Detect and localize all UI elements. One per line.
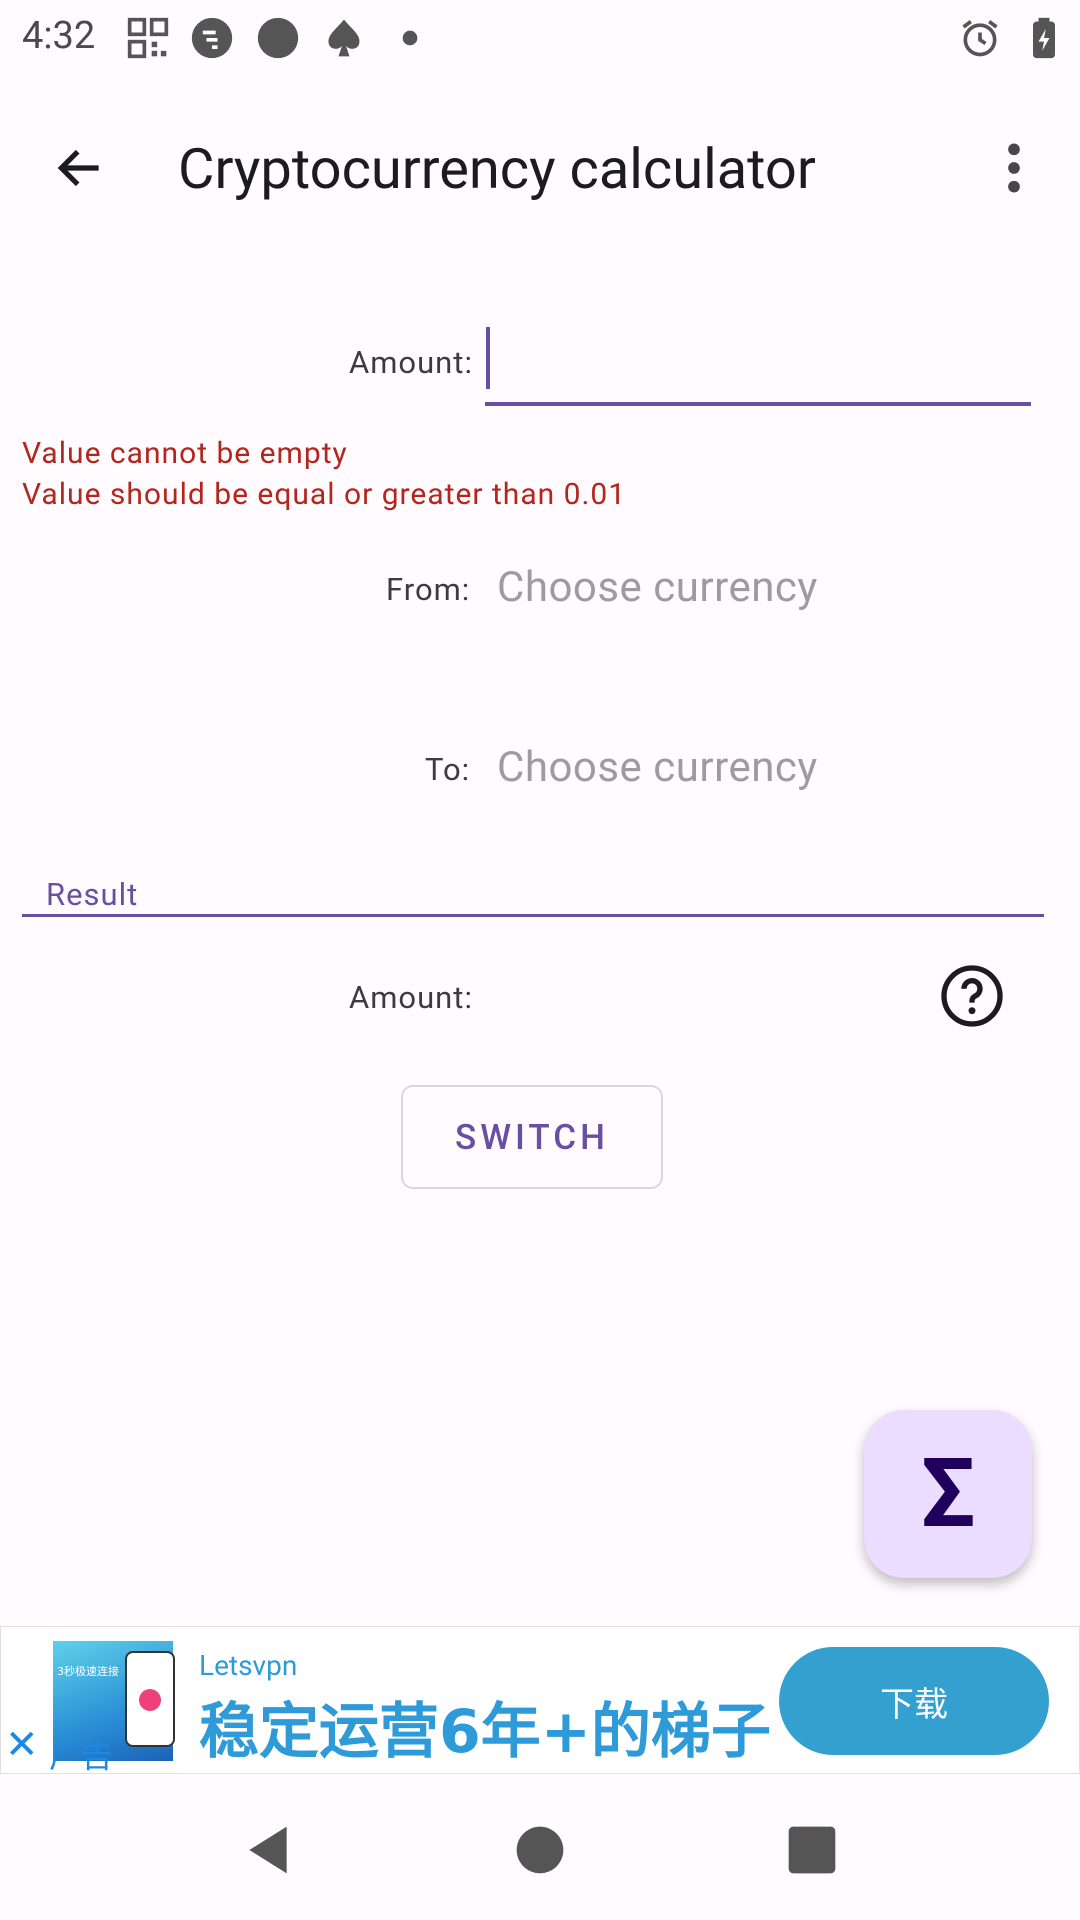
from-label: From: [386,571,471,608]
nav-home-icon[interactable] [512,1822,568,1878]
ad-headline: 稳定运营6年+的梯子 [199,1697,772,1767]
arrow-back-icon[interactable] [52,140,108,196]
page-title: Cryptocurrency calculator [178,136,816,202]
amount-label: Amount: [349,344,473,381]
sigma-icon: Σ [920,1438,976,1550]
alarm-icon [962,20,998,57]
help-circle-icon[interactable] [940,964,1004,1028]
battery-charging-icon [1033,17,1055,59]
result-divider [22,914,1044,917]
result-section-label: Result [46,876,139,913]
spade-icon [328,19,360,57]
dot-icon [402,30,418,46]
chat-bubble-icon [191,17,233,59]
navigation-bar [0,1780,1080,1920]
ad-sponsor: Letsvpn [199,1649,298,1682]
ad-thumb-text: 3秒极速连接 [57,1665,119,1678]
phone-icon [125,1651,175,1747]
status-time: 4:32 [22,14,96,58]
from-currency-select[interactable]: Choose currency [497,563,818,612]
switch-button[interactable]: SWITCH [401,1085,663,1189]
result-amount-label: Amount: [349,979,473,1016]
calculate-fab[interactable]: Σ [864,1410,1032,1578]
to-currency-select[interactable]: Choose currency [497,743,818,792]
to-label: To: [425,751,471,788]
error-empty: Value cannot be empty [22,436,348,471]
nav-back-icon[interactable] [240,1822,296,1878]
amount-input[interactable] [485,320,1031,406]
ad-close-icon[interactable]: ✕ [5,1725,39,1765]
ad-tag: 广告 [49,1737,114,1775]
ad-download-button[interactable]: 下载 [779,1647,1049,1755]
text-cursor [486,327,490,389]
ad-banner[interactable]: 3秒极速连接 Letsvpn 稳定运营6年+的梯子 ✕ 广告 下载 [0,1626,1080,1775]
error-minimum: Value should be equal or greater than 0.… [22,477,627,512]
circle-icon [257,17,299,59]
more-vert-icon[interactable] [992,140,1036,196]
qr-code-icon [127,17,169,59]
nav-recents-icon[interactable] [784,1822,840,1878]
